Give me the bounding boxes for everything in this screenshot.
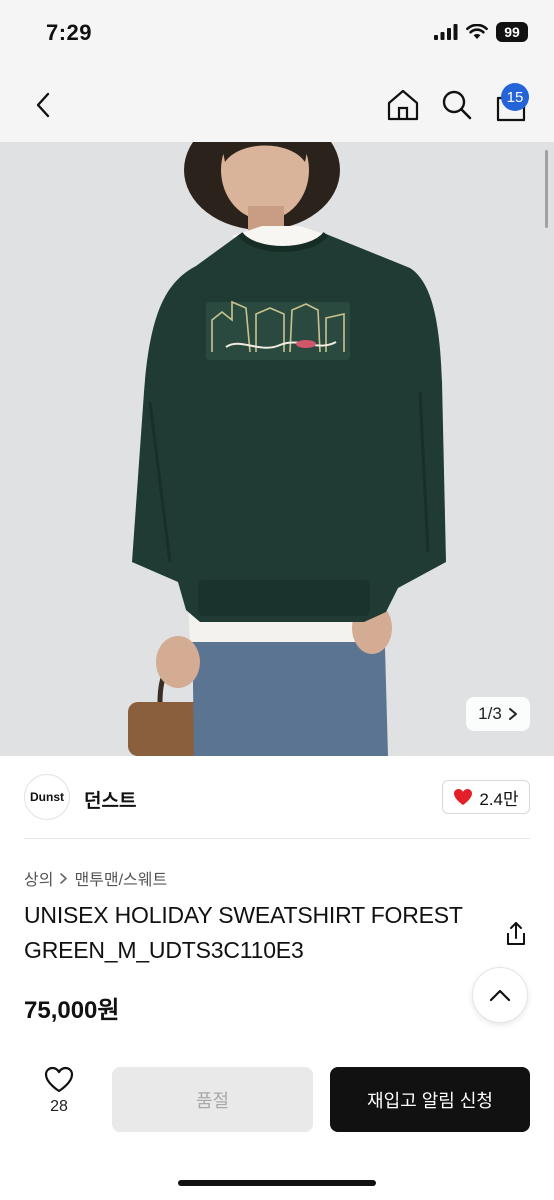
battery-indicator: 99 (496, 22, 528, 42)
brand-like-button[interactable]: 2.4만 (442, 780, 530, 814)
chevron-right-icon (60, 872, 68, 884)
product-price: 75,000원 (24, 997, 120, 1024)
top-navigation (0, 68, 554, 142)
brand-logo-text: Dunst (30, 790, 64, 804)
image-counter-button[interactable]: 1/3 (466, 697, 530, 731)
brand-name[interactable]: 던스트 (84, 786, 136, 813)
wishlist-button[interactable]: 28 (36, 1066, 82, 1128)
back-button[interactable] (26, 88, 60, 122)
home-button[interactable] (384, 86, 422, 124)
cart-count-badge: 15 (501, 83, 529, 111)
heart-outline-icon (44, 1066, 74, 1093)
soldout-button[interactable]: 품절 (112, 1067, 313, 1132)
search-icon (442, 90, 472, 120)
brand-like-count: 2.4만 (479, 789, 519, 809)
product-image[interactable] (0, 142, 554, 756)
home-icon (387, 89, 419, 121)
product-title: UNISEX HOLIDAY SWEATSHIRT FOREST GREEN_M… (24, 902, 463, 963)
breadcrumb-category[interactable]: 상의 (24, 866, 53, 890)
heart-filled-icon (454, 789, 473, 805)
image-counter-text: 1/3 (478, 704, 502, 723)
chevron-up-icon (489, 989, 511, 1002)
chevron-right-icon (508, 708, 517, 720)
divider (24, 838, 530, 839)
scroll-to-top-button[interactable] (472, 967, 528, 1023)
share-button[interactable] (502, 920, 530, 948)
wifi-icon (466, 24, 488, 39)
home-indicator[interactable] (178, 1180, 376, 1186)
breadcrumb: 상의 맨투맨/스웨트 (24, 866, 167, 890)
status-bar: 7:29 99 (0, 0, 554, 68)
status-icons: 99 (434, 22, 528, 42)
share-icon (507, 922, 525, 945)
model-sweatshirt-illustration (0, 142, 554, 756)
breadcrumb-subcategory[interactable]: 맨투맨/스웨트 (74, 866, 167, 890)
scroll-indicator (545, 150, 548, 228)
search-button[interactable] (438, 86, 476, 124)
brand-logo[interactable]: Dunst (24, 774, 70, 820)
status-time: 7:29 (46, 20, 93, 45)
restock-alert-button[interactable]: 재입고 알림 신청 (330, 1067, 530, 1132)
cellular-signal-icon (434, 24, 458, 40)
wishlist-count: 28 (50, 1098, 68, 1115)
back-chevron-icon (36, 92, 50, 118)
